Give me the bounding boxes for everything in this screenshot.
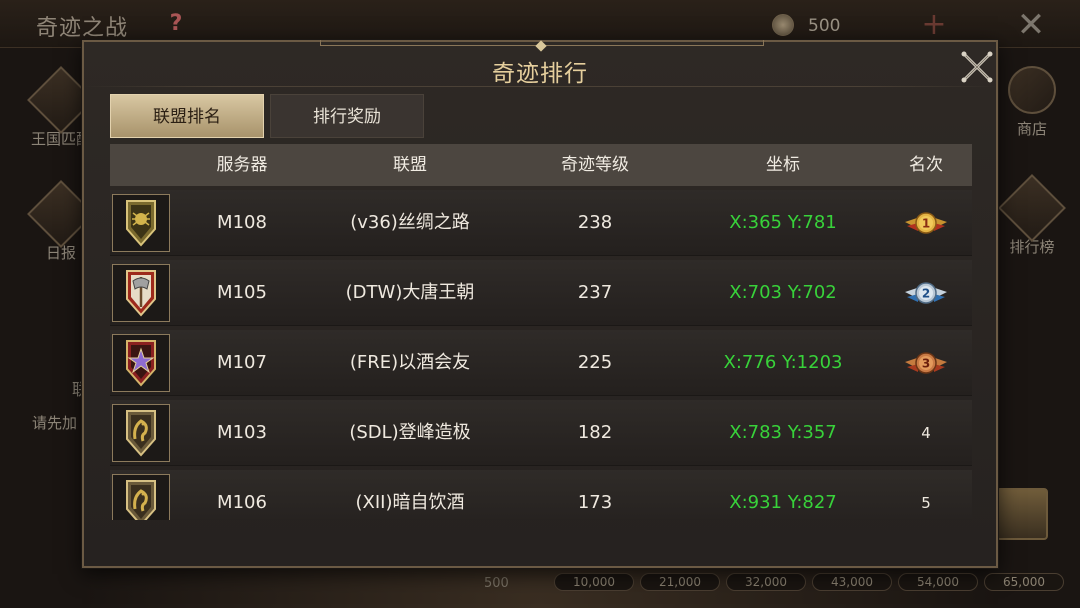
level-cell: 182 [577, 422, 613, 443]
tab-alliance-ranking[interactable]: 联盟排名 [110, 94, 264, 138]
gold-medal-icon: 1 [903, 208, 949, 240]
milestone: 21,000 [640, 573, 720, 591]
alliance-cell: (XII)暗自饮酒 [355, 492, 465, 513]
coord-link[interactable]: X:365 Y:781 [700, 190, 866, 256]
coin-value: 500 [808, 16, 841, 36]
milestone: 10,000 [554, 573, 634, 591]
table-header: 服务器 联盟 奇迹等级 坐标 名次 [110, 144, 972, 186]
coord-link[interactable]: X:931 Y:827 [700, 470, 866, 520]
coord-link[interactable]: X:703 Y:702 [700, 260, 866, 326]
column-header-coord: 坐标 [766, 155, 800, 175]
tab-ranking-rewards[interactable]: 排行奖励 [270, 94, 424, 138]
silver-medal-icon: 2 [903, 278, 949, 310]
table-row[interactable]: M107 (FRE)以酒会友 225 X:776 Y:1203 3 [110, 330, 972, 396]
milestone: 54,000 [898, 573, 978, 591]
spider-crest-icon [112, 194, 170, 252]
table-row[interactable]: M105 (DTW)大唐王朝 237 X:703 Y:702 2 [110, 260, 972, 326]
server-cell: M107 [217, 352, 267, 373]
dragon-crest-icon [112, 404, 170, 462]
help-icon[interactable]: ? [164, 12, 188, 36]
level-cell: 225 [577, 352, 613, 373]
star-crest-icon [112, 334, 170, 392]
rank-cell: 5 [921, 494, 931, 512]
level-cell: 238 [577, 212, 613, 233]
side-label: 商店 [1016, 120, 1047, 138]
milestone: 43,000 [812, 573, 892, 591]
svg-text:1: 1 [922, 217, 930, 231]
table-row[interactable]: M106 (XII)暗自饮酒 173 X:931 Y:827 5 [110, 470, 972, 520]
modal-title: 奇迹排行 [492, 61, 588, 87]
alliance-cell: (SDL)登峰造极 [349, 422, 471, 443]
close-icon [961, 51, 993, 83]
svg-text:3: 3 [922, 357, 930, 371]
background-close-icon[interactable]: ✕ [1014, 8, 1048, 42]
milestone-track: 10,000 21,000 32,000 43,000 54,000 65,00… [540, 570, 1080, 592]
table-row[interactable]: M108 (v36)丝绸之路 238 X:365 Y:781 1 [110, 190, 972, 256]
coord-link[interactable]: X:783 Y:357 [700, 400, 866, 466]
divider [84, 86, 996, 87]
alliance-cell: (DTW)大唐王朝 [345, 282, 475, 303]
alliance-cell: (FRE)以酒会友 [349, 352, 471, 373]
coord-link[interactable]: X:776 Y:1203 [700, 330, 866, 396]
axe-crest-icon [112, 264, 170, 322]
treasure-chest-icon[interactable] [996, 488, 1048, 540]
close-button[interactable] [960, 50, 994, 84]
coin-icon [772, 14, 794, 36]
table-row[interactable]: M103 (SDL)登峰造极 182 X:783 Y:357 4 [110, 400, 972, 466]
podium-icon [998, 174, 1066, 242]
column-header-rank: 名次 [909, 155, 943, 175]
money-bag-icon [1008, 66, 1056, 114]
background-title: 奇迹之战 [36, 16, 129, 41]
rank-cell: 4 [921, 424, 931, 442]
ranking-modal: 奇迹排行 联盟排名 排行奖励 服务器 联盟 奇迹等级 坐标 名次 M108 (v… [82, 40, 998, 568]
server-cell: M106 [217, 492, 267, 513]
svg-text:2: 2 [922, 287, 930, 301]
level-cell: 173 [577, 492, 613, 513]
column-header-level: 奇迹等级 [561, 155, 629, 175]
milestone: 65,000 [984, 573, 1064, 591]
side-button-shop[interactable]: 商店 [1000, 66, 1064, 139]
side-button-ranking[interactable]: 排行榜 [998, 174, 1066, 257]
server-cell: M103 [217, 422, 267, 443]
ranking-list[interactable]: M108 (v36)丝绸之路 238 X:365 Y:781 1 M105 (D… [110, 186, 972, 520]
column-header-alliance: 联盟 [393, 155, 427, 175]
bottom-value: 500 [484, 576, 509, 591]
plus-icon[interactable]: + [920, 10, 948, 40]
bronze-medal-icon: 3 [903, 348, 949, 380]
level-cell: 237 [577, 282, 613, 303]
server-cell: M105 [217, 282, 267, 303]
alliance-cell: (v36)丝绸之路 [350, 212, 470, 233]
milestone: 32,000 [726, 573, 806, 591]
server-cell: M108 [217, 212, 267, 233]
dragon-crest-icon [112, 474, 170, 520]
column-header-server: 服务器 [216, 155, 268, 175]
